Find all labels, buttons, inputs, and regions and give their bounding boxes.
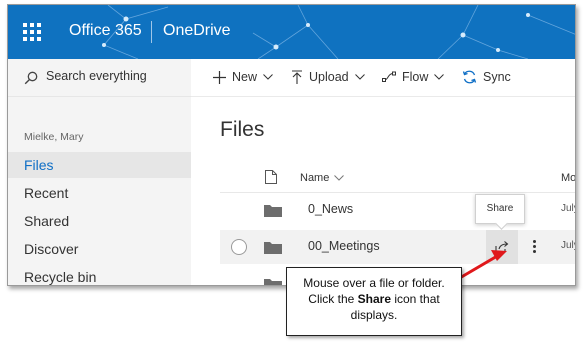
- upload-button[interactable]: Upload: [291, 70, 371, 84]
- upload-icon: [292, 70, 302, 84]
- chevron-down-icon: [334, 175, 345, 181]
- flow-label: Flow: [402, 70, 429, 84]
- onedrive-title[interactable]: OneDrive: [163, 22, 231, 40]
- instruction-callout: Mouse over a file or folder. Click the S…: [286, 267, 462, 336]
- callout-line-1: Mouse over a file or folder.: [303, 276, 445, 290]
- row-select-checkbox[interactable]: [231, 239, 247, 255]
- tutorial-image: Office 365 OneDrive Search everything Mi…: [0, 0, 583, 342]
- callout-line-3: displays.: [350, 308, 398, 322]
- file-name[interactable]: 00_Meetings: [308, 239, 380, 253]
- nav-item-files[interactable]: Files: [8, 152, 191, 178]
- chevron-down-icon: [434, 74, 445, 80]
- share-icon: [495, 241, 509, 253]
- file-type-column-icon[interactable]: [265, 170, 277, 184]
- folder-icon: [264, 242, 282, 254]
- header-divider: [151, 21, 152, 43]
- table-row[interactable]: 00_Meetings July: [220, 230, 575, 264]
- nav-item-shared[interactable]: Shared: [8, 208, 191, 234]
- plus-icon: [213, 70, 226, 84]
- column-header-name[interactable]: Name: [300, 172, 345, 184]
- folder-icon: [264, 205, 282, 217]
- column-header-modified[interactable]: Mo: [561, 172, 575, 184]
- file-name[interactable]: 0_News: [308, 202, 353, 216]
- search-icon: [24, 71, 38, 85]
- folder-icon: [264, 279, 282, 285]
- chevron-down-icon: [354, 74, 365, 80]
- new-button[interactable]: New: [213, 70, 279, 84]
- user-name-label: Mielke, Mary: [24, 131, 84, 143]
- office365-link[interactable]: Office 365: [69, 22, 142, 40]
- left-nav: Search everything Mielke, Mary Files Rec…: [8, 59, 191, 285]
- share-button[interactable]: [486, 230, 518, 264]
- more-actions-icon[interactable]: [526, 238, 542, 256]
- suite-header: Office 365 OneDrive: [8, 5, 575, 59]
- search-box[interactable]: Search everything: [8, 59, 191, 97]
- upload-label: Upload: [309, 70, 349, 84]
- callout-line-2: Click the Share icon that: [308, 292, 440, 306]
- search-placeholder: Search everything: [46, 69, 147, 83]
- modified-date: July: [561, 203, 575, 214]
- flow-icon: [382, 71, 396, 82]
- chevron-down-icon: [263, 74, 273, 80]
- nav-item-discover[interactable]: Discover: [8, 236, 191, 262]
- sync-button[interactable]: Sync: [462, 70, 511, 84]
- command-bar: New Upload Flow Sync: [191, 59, 575, 97]
- nav-item-recent[interactable]: Recent: [8, 180, 191, 206]
- page-title: Files: [220, 118, 265, 141]
- sync-icon: [462, 70, 477, 84]
- app-launcher-waffle-icon[interactable]: [8, 5, 56, 59]
- nav-item-recycle-bin[interactable]: Recycle bin: [8, 264, 191, 285]
- sync-label: Sync: [483, 70, 511, 84]
- onedrive-window: Office 365 OneDrive Search everything Mi…: [7, 4, 576, 286]
- column-name-label: Name: [300, 172, 330, 184]
- modified-date: July: [561, 240, 575, 251]
- callout-share-emphasis: Share: [357, 292, 391, 306]
- flow-button[interactable]: Flow: [382, 70, 450, 84]
- new-label: New: [232, 70, 258, 84]
